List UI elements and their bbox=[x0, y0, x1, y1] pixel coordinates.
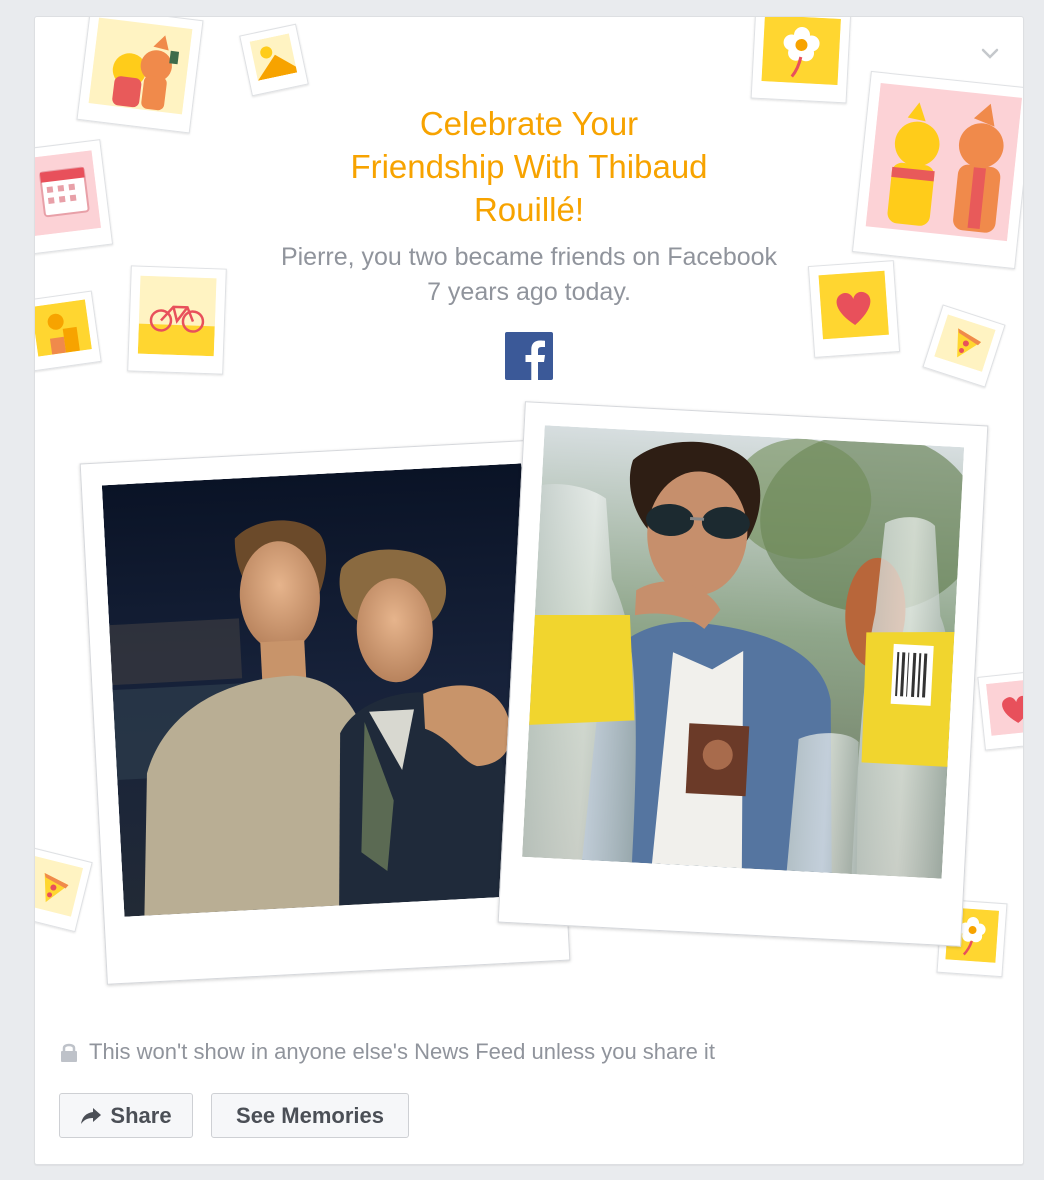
friend-photo-2[interactable] bbox=[497, 401, 989, 947]
photo-1-image bbox=[101, 463, 544, 917]
subtext-line-1: Pierre, you two became friends on Facebo… bbox=[280, 243, 778, 271]
share-arrow-icon bbox=[81, 1107, 102, 1124]
subtext-line-2: 7 years ago today. bbox=[427, 278, 631, 306]
dog-selfie-icon bbox=[76, 17, 204, 134]
lock-icon bbox=[61, 1043, 77, 1062]
bicycle-icon bbox=[127, 265, 227, 375]
dogs-celebrating-icon bbox=[851, 70, 1023, 270]
landscape-photo-icon bbox=[239, 23, 309, 97]
see-memories-button[interactable]: See Memories bbox=[211, 1093, 409, 1138]
memory-card: Celebrate Your Friendship With Thibaud R… bbox=[34, 16, 1024, 1165]
pizza-icon bbox=[922, 304, 1006, 388]
photo-2-image bbox=[522, 425, 965, 879]
share-button[interactable]: Share bbox=[59, 1093, 193, 1138]
sun-photo-icon bbox=[35, 290, 102, 372]
pizza-icon bbox=[35, 845, 93, 933]
share-button-label: Share bbox=[110, 1102, 172, 1128]
privacy-text: This won't show in anyone else's News Fe… bbox=[89, 1039, 715, 1064]
flower-icon bbox=[750, 17, 852, 104]
memory-headline: Celebrate Your Friendship With Thibaud R… bbox=[350, 105, 708, 228]
see-memories-label: See Memories bbox=[236, 1102, 384, 1128]
chevron-down-icon[interactable] bbox=[979, 43, 1001, 65]
privacy-notice: This won't show in anyone else's News Fe… bbox=[59, 1039, 715, 1065]
calendar-icon bbox=[35, 139, 114, 257]
memory-subtext: Pierre, you two became friends on Facebo… bbox=[229, 240, 829, 310]
friend-photo-1[interactable] bbox=[79, 439, 571, 985]
facebook-logo-icon bbox=[505, 332, 553, 380]
heart-icon bbox=[977, 669, 1023, 751]
